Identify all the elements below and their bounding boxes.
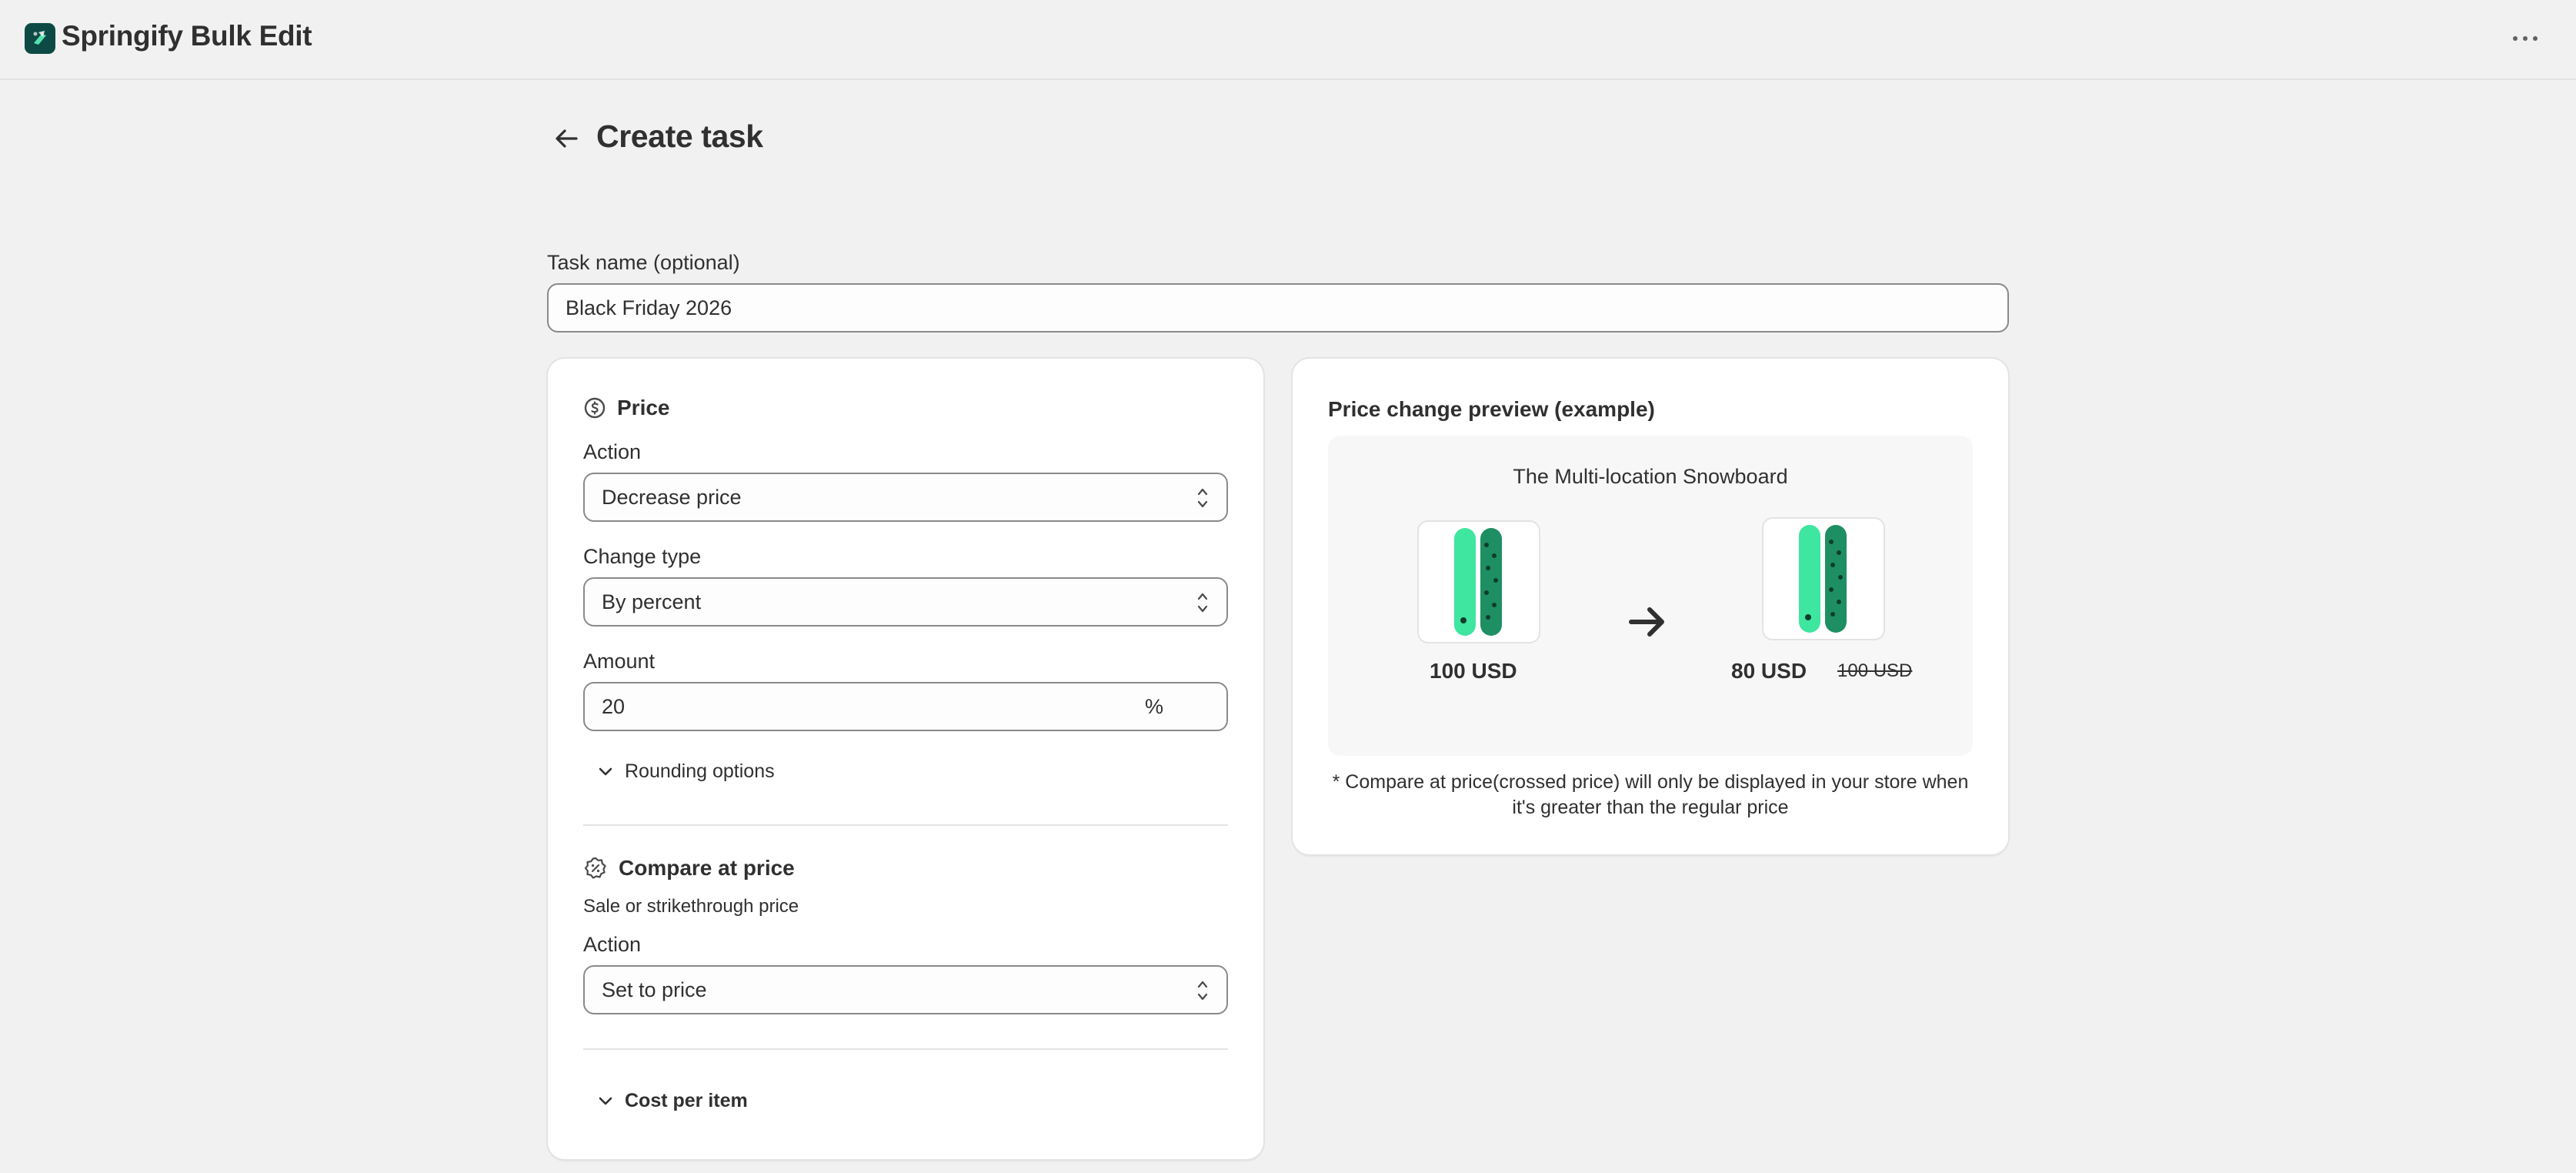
- amount-suffix: %: [1144, 695, 1163, 718]
- select-chevron-icon: [1197, 981, 1208, 1001]
- dot-icon: [2523, 36, 2528, 41]
- preview-card: Price change preview (example) The Multi…: [1293, 359, 2008, 854]
- compare-section-title: Compare at price: [619, 856, 795, 880]
- app-logo-icon: [25, 23, 55, 54]
- price-section-header: Price: [583, 396, 670, 420]
- change-type-value: By percent: [602, 590, 702, 613]
- task-name-label: Task name (optional): [547, 251, 740, 274]
- product-thumbnail: [1417, 520, 1540, 643]
- compare-action-value: Set to price: [602, 978, 707, 1001]
- rounding-options-label: Rounding options: [625, 760, 775, 782]
- chevron-down-icon: [599, 1097, 612, 1104]
- amount-value: 20: [602, 694, 626, 718]
- amount-label: Amount: [583, 650, 656, 673]
- snowboard-image: [1799, 525, 1847, 633]
- app-title: Springify Bulk Edit: [62, 20, 312, 52]
- task-name-input[interactable]: [547, 283, 2009, 333]
- settings-card: Price Action Decrease price Change type …: [548, 359, 1263, 1159]
- badge-icon: [584, 857, 606, 879]
- cost-per-item-label: Cost per item: [625, 1090, 748, 1111]
- select-chevron-icon: [1197, 488, 1208, 508]
- compare-section-header: Compare at price: [583, 856, 795, 881]
- rounding-options-toggle[interactable]: Rounding options: [597, 760, 775, 783]
- change-type-label: Change type: [583, 545, 702, 568]
- back-button[interactable]: [548, 120, 585, 157]
- section-divider: [583, 824, 1228, 826]
- top-bar: Springify Bulk Edit: [0, 0, 2576, 80]
- select-chevron-icon: [1197, 593, 1208, 613]
- compare-action-select[interactable]: Set to price: [583, 965, 1228, 1014]
- compare-section-subtitle: Sale or strikethrough price: [583, 896, 799, 917]
- compare-price-note: * Compare at price(crossed price) will o…: [1332, 771, 1969, 818]
- price-action-label: Action: [583, 440, 642, 463]
- snowboard-image: [1454, 528, 1502, 636]
- preview-title: Price change preview (example): [1328, 397, 1655, 421]
- product-thumbnail: [1762, 517, 1885, 640]
- preview-box: The Multi-location Snowboard 100 USD 80 …: [1328, 436, 1973, 756]
- more-options-button[interactable]: [2504, 22, 2547, 55]
- compare-action-label: Action: [583, 933, 642, 956]
- new-price: 80 USD: [1731, 659, 1807, 683]
- price-action-select[interactable]: Decrease price: [583, 473, 1228, 522]
- cost-per-item-toggle[interactable]: Cost per item: [597, 1090, 748, 1112]
- change-type-select[interactable]: By percent: [583, 577, 1228, 627]
- arrow-right-icon: [1629, 607, 1664, 637]
- dollar-circle-icon: [584, 397, 606, 419]
- dot-icon: [2533, 36, 2538, 41]
- price-section-title: Price: [617, 396, 670, 419]
- price-action-value: Decrease price: [602, 485, 742, 509]
- page-title: Create task: [596, 119, 763, 154]
- amount-input[interactable]: 20 %: [583, 682, 1228, 731]
- product-name: The Multi-location Snowboard: [1513, 465, 1788, 488]
- old-price: 100 USD: [1430, 659, 1517, 683]
- chevron-down-icon: [599, 767, 612, 775]
- section-divider: [583, 1048, 1228, 1050]
- arrow-left-icon: [556, 129, 578, 148]
- dot-icon: [2513, 36, 2518, 41]
- compare-price: 100 USD: [1837, 660, 1913, 681]
